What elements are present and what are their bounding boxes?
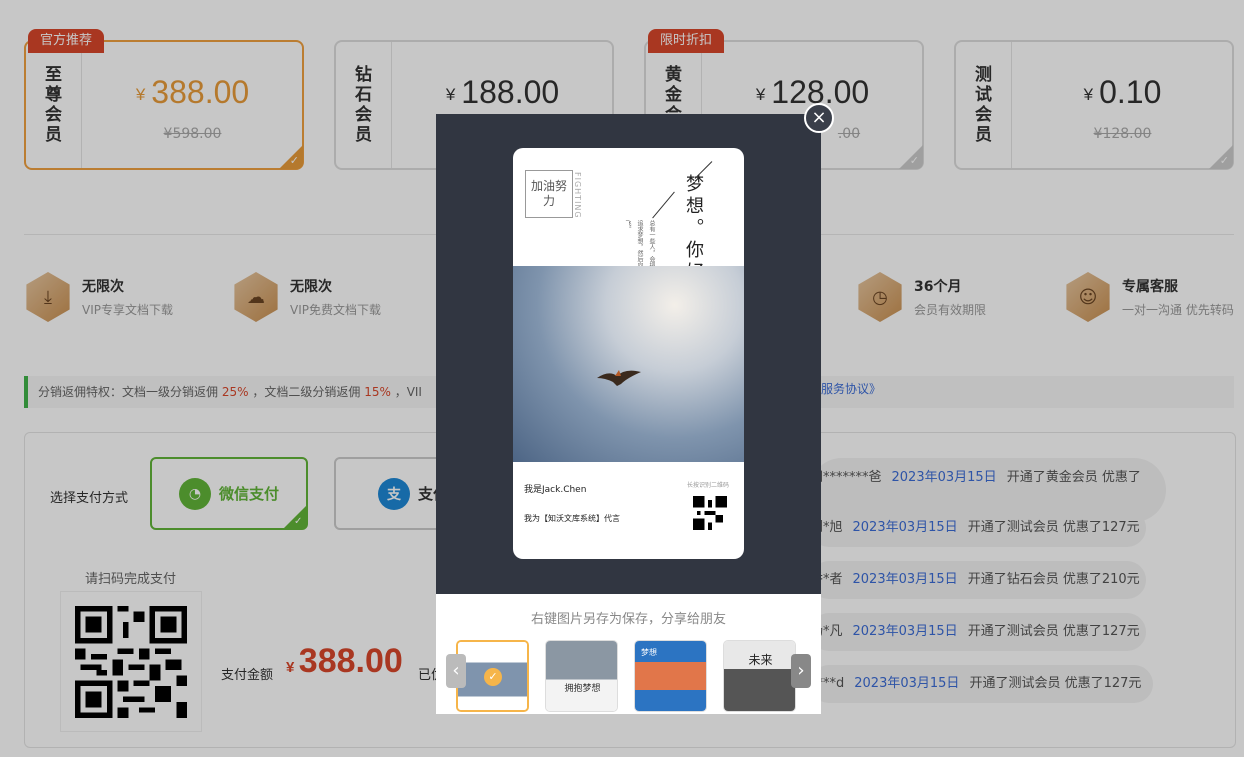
- close-icon[interactable]: ×: [804, 103, 834, 133]
- chevron-right-icon[interactable]: ›: [791, 654, 811, 688]
- bird-icon: [597, 370, 641, 386]
- poster-thumbnail[interactable]: 未来: [723, 640, 796, 712]
- chevron-left-icon[interactable]: ‹: [446, 654, 466, 688]
- poster-sky-photo: [513, 266, 744, 462]
- poster-fighting: FIGHTING: [573, 172, 582, 219]
- poster-line: [652, 191, 675, 219]
- poster-thumbnail[interactable]: 拥抱梦想: [545, 640, 618, 712]
- share-poster: 加油努力 FIGHTING 梦想。你好 总有一些人，会把自己的时间，用来追求梦想…: [513, 148, 744, 559]
- check-icon: ✓: [484, 668, 502, 686]
- save-hint: 右键图片另存为保存，分享给朋友: [530, 612, 726, 627]
- poster-endorse: 我为【知沃文库系统】代言: [524, 514, 620, 523]
- poster-stamp: 加油努力: [525, 170, 573, 218]
- poster-thumbnail[interactable]: ✓: [456, 640, 529, 712]
- poster-thumbnail[interactable]: 梦想: [634, 640, 707, 712]
- poster-author: 我是Jack.Chen: [524, 485, 587, 495]
- poster-qr-hint: 长按识别二维码: [687, 482, 730, 489]
- poster-qr-code: [693, 496, 727, 530]
